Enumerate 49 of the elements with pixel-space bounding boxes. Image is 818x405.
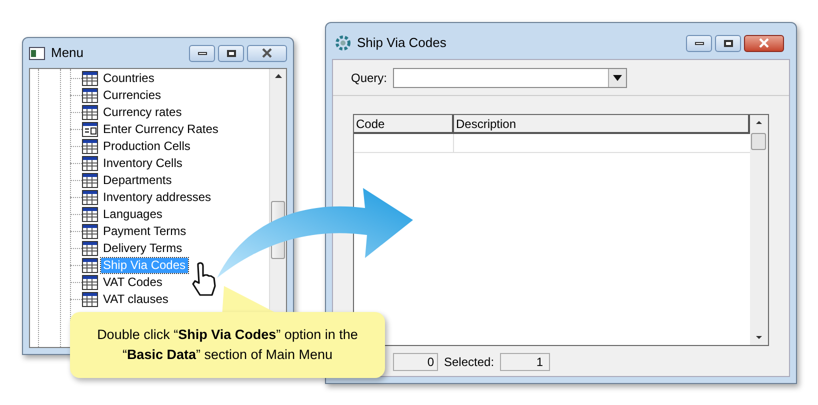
query-dropdown[interactable]: [393, 68, 628, 88]
menu-tree-item[interactable]: Currencies: [101, 88, 164, 103]
column-header[interactable]: Code: [354, 115, 454, 132]
table-icon: [82, 224, 98, 239]
menu-tree-item[interactable]: Enter Currency Rates: [101, 122, 220, 137]
menu-tree-item[interactable]: VAT Codes: [101, 275, 164, 290]
maximize-button[interactable]: [218, 44, 244, 62]
query-label: Query:: [351, 70, 388, 86]
menu-tree-item[interactable]: Languages: [101, 207, 164, 222]
gear-icon: [334, 34, 352, 52]
close-button[interactable]: [247, 44, 287, 62]
dropdown-arrow-icon: [613, 74, 622, 80]
maximize-button[interactable]: [715, 34, 741, 52]
table-icon: [82, 207, 98, 222]
table-icon: [82, 292, 98, 307]
menu-tree-item[interactable]: Payment Terms: [101, 224, 188, 239]
close-icon: [261, 48, 273, 58]
minimize-button[interactable]: [686, 34, 712, 52]
table-icon: [82, 190, 98, 205]
callout-text: Double click “Ship Via Codes” option in the “Basic Data” section of Main Menu: [96, 326, 359, 364]
menu-tree-item[interactable]: Inventory Cells: [101, 156, 184, 171]
table-icon: [82, 241, 98, 256]
table-icon: [82, 139, 98, 154]
table-icon: [82, 156, 98, 171]
minimize-button[interactable]: [189, 44, 215, 62]
menu-tree-item[interactable]: Countries: [101, 71, 156, 86]
window-title: Ship Via Codes: [357, 34, 446, 52]
menu-tree-item[interactable]: Inventory addresses: [101, 190, 214, 205]
table-icon: [82, 71, 98, 86]
selected-field: 1: [500, 353, 550, 371]
close-button[interactable]: [744, 34, 784, 52]
scrollbar[interactable]: [750, 115, 768, 345]
close-icon: [758, 38, 770, 48]
menu-tree-item[interactable]: VAT clauses: [101, 292, 170, 307]
table-icon: [82, 275, 98, 290]
form-icon: [82, 122, 98, 137]
count-field: 0: [393, 353, 438, 371]
table-icon: [82, 173, 98, 188]
menu-tree-item[interactable]: Departments: [101, 173, 174, 188]
menu-tree-item[interactable]: Delivery Terms: [101, 241, 184, 256]
window-title: Menu: [51, 44, 84, 62]
window-icon: [29, 46, 45, 60]
selected-label: Selected:: [444, 354, 494, 371]
scroll-thumb[interactable]: [751, 133, 766, 150]
table-icon: [82, 258, 98, 273]
menu-tree-item[interactable]: Currency rates: [101, 105, 184, 120]
table-icon: [82, 105, 98, 120]
table-icon: [82, 88, 98, 103]
menu-tree-item[interactable]: Production Cells: [101, 139, 192, 154]
